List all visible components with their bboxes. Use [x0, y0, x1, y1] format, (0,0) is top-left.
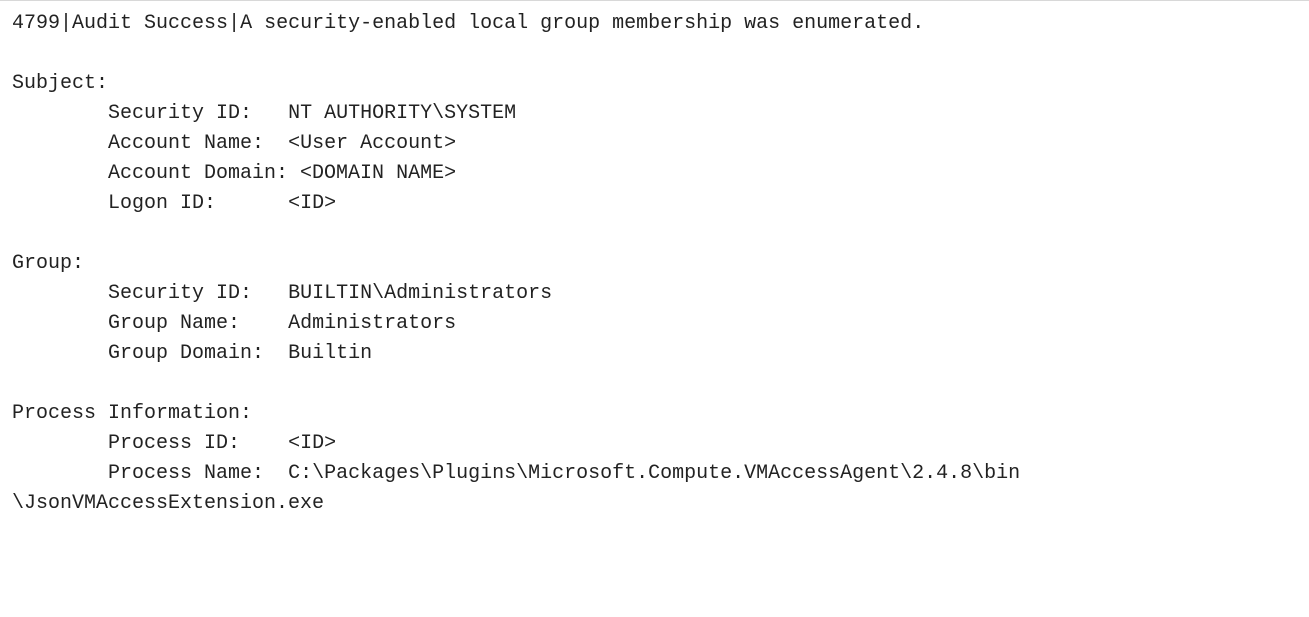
subject-account-name-label: Account Name:	[108, 132, 264, 155]
subject-account-domain-value: <DOMAIN NAME>	[300, 162, 456, 185]
subject-account-name-value: <User Account>	[288, 132, 456, 155]
subject-security-id-value: NT AUTHORITY\SYSTEM	[288, 102, 516, 125]
process-id-value: <ID>	[288, 432, 336, 455]
event-id: 4799	[12, 12, 60, 35]
event-message: A security-enabled local group membershi…	[240, 12, 924, 35]
group-name-value: Administrators	[288, 312, 456, 335]
pipe-separator: |	[228, 12, 240, 35]
subject-logon-id-label: Logon ID:	[108, 192, 216, 215]
group-domain-label: Group Domain:	[108, 342, 264, 365]
subject-heading: Subject:	[12, 72, 108, 95]
process-name-value: C:\Packages\Plugins\Microsoft.Compute.VM…	[288, 462, 1020, 485]
process-id-label: Process ID:	[108, 432, 240, 455]
pipe-separator: |	[60, 12, 72, 35]
group-security-id-label: Security ID:	[108, 282, 252, 305]
group-heading: Group:	[12, 252, 84, 275]
event-header: 4799|Audit Success|A security-enabled lo…	[12, 12, 924, 35]
group-domain-value: Builtin	[288, 342, 372, 365]
process-name-label: Process Name:	[108, 462, 264, 485]
process-heading: Process Information:	[12, 402, 252, 425]
group-name-label: Group Name:	[108, 312, 240, 335]
subject-account-domain-label: Account Domain:	[108, 162, 300, 185]
subject-logon-id-value: <ID>	[288, 192, 336, 215]
process-name-value-cont: \JsonVMAccessExtension.exe	[12, 492, 324, 515]
group-security-id-value: BUILTIN\Administrators	[288, 282, 552, 305]
subject-security-id-label: Security ID:	[108, 102, 252, 125]
event-keyword: Audit Success	[72, 12, 228, 35]
